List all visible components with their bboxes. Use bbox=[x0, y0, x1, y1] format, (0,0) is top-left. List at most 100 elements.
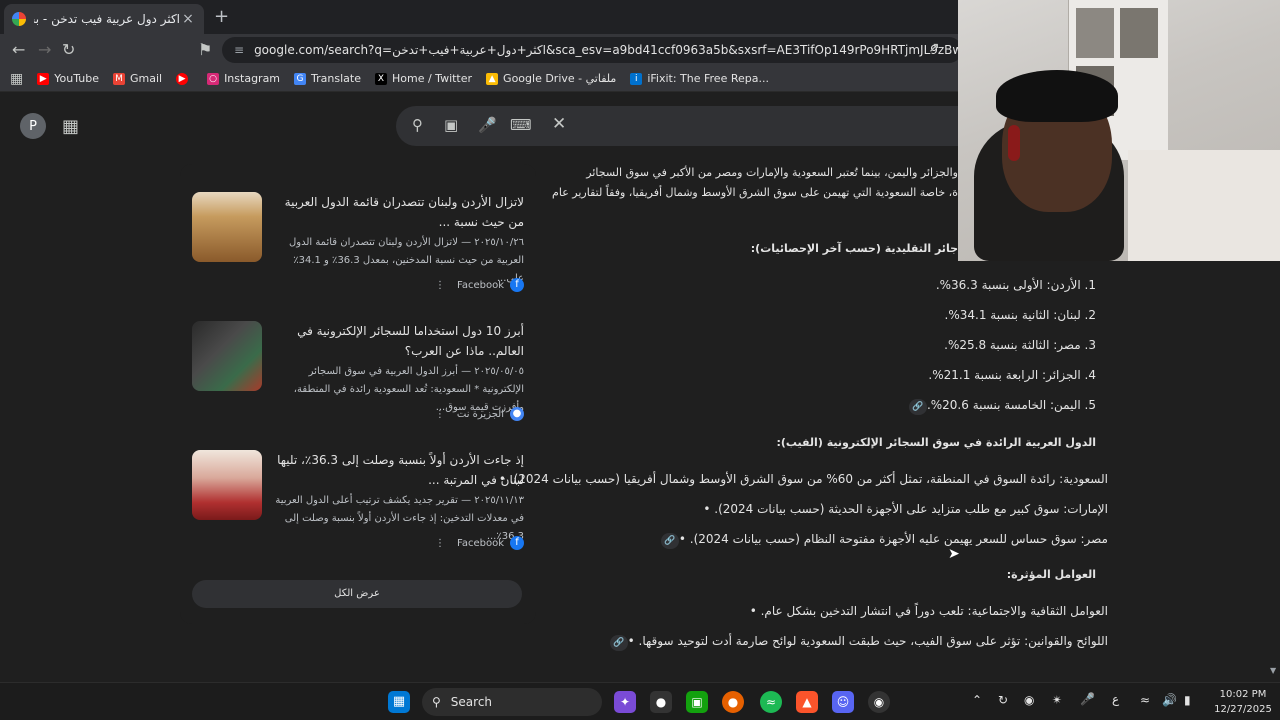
result-thumbnail bbox=[192, 321, 262, 391]
list-item[interactable]: إذ جاءت الأردن أولاً بنسبة وصلت إلى 36.3… bbox=[192, 450, 524, 570]
webcam-overlay bbox=[958, 0, 1280, 261]
list-item[interactable]: لاتزال الأردن ولبنان تتصدران قائمة الدول… bbox=[192, 192, 524, 312]
factors-heading: العوامل المؤثرة: bbox=[1006, 568, 1096, 581]
taskbar-search[interactable]: ⚲ Search bbox=[422, 688, 602, 716]
bookmark-twitter[interactable]: X Home / Twitter bbox=[374, 72, 472, 85]
translate-icon: G bbox=[294, 72, 307, 85]
discord-icon[interactable]: ☺ bbox=[832, 691, 854, 713]
youtube-music-icon: ▶ bbox=[176, 72, 189, 85]
scroll-down-icon[interactable]: ▼ bbox=[1270, 666, 1276, 675]
aljazeera-icon: ● bbox=[510, 407, 524, 421]
store-icon[interactable]: ▣ bbox=[686, 691, 708, 713]
brave-icon[interactable]: ▲ bbox=[796, 691, 818, 713]
page-scrollbar[interactable]: ▼ bbox=[1268, 262, 1280, 682]
vape-item: الإمارات: سوق كبير مع طلب متزايد على الأ… bbox=[703, 502, 1108, 516]
url-text: google.com/search?q=اكثر+دول+عربية+فيب+ت… bbox=[254, 43, 962, 57]
chair-back bbox=[1128, 150, 1280, 261]
share-icon[interactable]: ↗ bbox=[928, 40, 940, 56]
site-info-icon[interactable]: ≡ bbox=[234, 43, 244, 57]
mouse-cursor-icon: ➤ bbox=[948, 546, 960, 562]
bookmark-ifixit[interactable]: i iFixit: The Free Repa... bbox=[630, 72, 769, 85]
more-options-icon[interactable]: ⋮ bbox=[435, 409, 445, 420]
bookmark-youtube-music[interactable]: ▶ bbox=[176, 72, 193, 85]
apps-grid-icon[interactable]: ▦ bbox=[10, 71, 23, 87]
forward-icon[interactable]: → bbox=[38, 40, 51, 59]
obs-tray-icon[interactable]: ◉ bbox=[1024, 693, 1034, 707]
sync-icon[interactable]: ↻ bbox=[998, 693, 1008, 707]
facebook-icon: f bbox=[510, 536, 524, 550]
ai-intro-line: والجزائر واليمن، بينما تُعتبر السعودية و… bbox=[586, 166, 958, 179]
factor-item: اللوائح والقوانين: تؤثر على سوق الفيب، ح… bbox=[602, 634, 1108, 651]
start-button-icon[interactable]: ▦ bbox=[388, 691, 410, 713]
keyboard-icon[interactable]: ⌨ bbox=[510, 116, 532, 134]
close-tab-icon[interactable]: × bbox=[180, 11, 196, 27]
wall-photo bbox=[1120, 8, 1158, 58]
tray-expand-icon[interactable]: ⌃ bbox=[972, 693, 982, 707]
youtube-icon: ▶ bbox=[37, 72, 50, 85]
bookmark-google-drive[interactable]: ▲ Google Drive - ملفاتي bbox=[486, 72, 616, 85]
copilot-icon[interactable]: ✦ bbox=[614, 691, 636, 713]
link-chip-icon[interactable]: 🔗 bbox=[609, 635, 628, 651]
ranking-item: 2. لبنان: الثانية بنسبة 34.1%. bbox=[944, 308, 1096, 322]
microphone-tray-icon[interactable]: 🎤 bbox=[1080, 692, 1095, 706]
list-item[interactable]: أبرز 10 دول استخداما للسجائر الإلكترونية… bbox=[192, 321, 524, 441]
ranking-heading: جائر التقليدية (حسب آخر الإحصائيات): bbox=[750, 242, 958, 255]
bookmark-translate[interactable]: G Translate bbox=[294, 72, 361, 85]
ranking-item: 1. الأردن: الأولى بنسبة 36.3%. bbox=[935, 278, 1096, 292]
lens-icon[interactable]: ▣ bbox=[444, 116, 458, 134]
tab-title: اكثر دول عربية فيب تدخن - بحث Google bbox=[34, 12, 180, 26]
instagram-icon: ○ bbox=[207, 72, 220, 85]
headphones bbox=[1008, 125, 1020, 161]
bookmark-youtube[interactable]: ▶ YouTube bbox=[37, 72, 99, 85]
ifixit-icon: i bbox=[630, 72, 643, 85]
address-bar[interactable]: ≡ google.com/search?q=اكثر+دول+عربية+فيب… bbox=[222, 37, 962, 63]
avatar[interactable]: P bbox=[20, 113, 46, 139]
wall-photo bbox=[1076, 8, 1114, 58]
facebook-icon: f bbox=[510, 278, 524, 292]
more-options-icon[interactable]: ⋮ bbox=[435, 280, 445, 291]
back-icon[interactable]: ← bbox=[12, 40, 25, 59]
bookmark-instagram[interactable]: ○ Instagram bbox=[207, 72, 280, 85]
ai-intro-line: ة، خاصة السعودية التي تهيمن على سوق الشر… bbox=[552, 186, 958, 199]
bookmark-icon[interactable]: ⚑ bbox=[198, 40, 212, 59]
windows-taskbar: ▦ ⚲ Search ✦ ● ▣ ● ≈ ▲ ☺ ◉ ⌃ ↻ ◉ ✴ 🎤 ع ≈… bbox=[0, 682, 1280, 720]
result-title[interactable]: إذ جاءت الأردن أولاً بنسبة وصلت إلى 36.3… bbox=[272, 450, 524, 490]
related-results-panel: لاتزال الأردن ولبنان تتصدران قائمة الدول… bbox=[180, 164, 536, 624]
show-all-button[interactable]: عرض الكل bbox=[192, 580, 522, 608]
obs-icon[interactable]: ◉ bbox=[868, 691, 890, 713]
bookmark-gmail[interactable]: M Gmail bbox=[112, 72, 162, 85]
factor-item: العوامل الثقافية والاجتماعية: تلعب دوراً… bbox=[749, 604, 1108, 618]
result-thumbnail bbox=[192, 450, 262, 520]
spotify-icon[interactable]: ≈ bbox=[760, 691, 782, 713]
vape-item: مصر: سوق حساس للسعر يهيمن عليه الأجهزة م… bbox=[653, 532, 1108, 549]
system-clock[interactable]: 10:02 PM 12/27/2025 bbox=[1208, 687, 1278, 717]
link-chip-icon[interactable]: 🔗 bbox=[908, 399, 927, 415]
x-icon: X bbox=[374, 72, 387, 85]
wifi-icon[interactable]: ≈ bbox=[1140, 693, 1150, 707]
result-title[interactable]: أبرز 10 دول استخداما للسجائر الإلكترونية… bbox=[272, 321, 524, 361]
volume-icon[interactable]: 🔊 bbox=[1162, 693, 1177, 707]
github-icon[interactable]: ● bbox=[650, 691, 672, 713]
result-source: ⋮ Facebook f bbox=[435, 536, 524, 550]
vape-item: السعودية: رائدة السوق في المنطقة، تمثل أ… bbox=[498, 472, 1108, 486]
search-icon[interactable]: ⚲ bbox=[412, 116, 423, 134]
google-apps-icon[interactable]: ▦ bbox=[62, 116, 79, 137]
drive-icon: ▲ bbox=[486, 72, 499, 85]
firefox-icon[interactable]: ● bbox=[722, 691, 744, 713]
result-title[interactable]: لاتزال الأردن ولبنان تتصدران قائمة الدول… bbox=[272, 192, 524, 232]
reload-icon[interactable]: ↻ bbox=[62, 40, 75, 59]
link-chip-icon[interactable]: 🔗 bbox=[660, 533, 679, 549]
more-options-icon[interactable]: ⋮ bbox=[435, 538, 445, 549]
battery-icon[interactable]: ▮ bbox=[1184, 693, 1191, 707]
result-source: ⋮ Facebook f bbox=[435, 278, 524, 292]
person-hair bbox=[996, 70, 1118, 122]
search-box[interactable]: ⚲ ▣ 🎤 ⌨ ✕ bbox=[396, 106, 996, 146]
language-indicator[interactable]: ع bbox=[1112, 692, 1119, 706]
microphone-icon[interactable]: 🎤 bbox=[478, 116, 497, 134]
active-tab[interactable]: اكثر دول عربية فيب تدخن - بحث Google × bbox=[4, 4, 204, 34]
google-favicon-icon bbox=[12, 12, 26, 26]
clear-search-icon[interactable]: ✕ bbox=[552, 114, 566, 134]
result-thumbnail bbox=[192, 192, 262, 262]
new-tab-button[interactable]: + bbox=[214, 6, 229, 27]
bluetooth-icon[interactable]: ✴ bbox=[1052, 693, 1062, 707]
